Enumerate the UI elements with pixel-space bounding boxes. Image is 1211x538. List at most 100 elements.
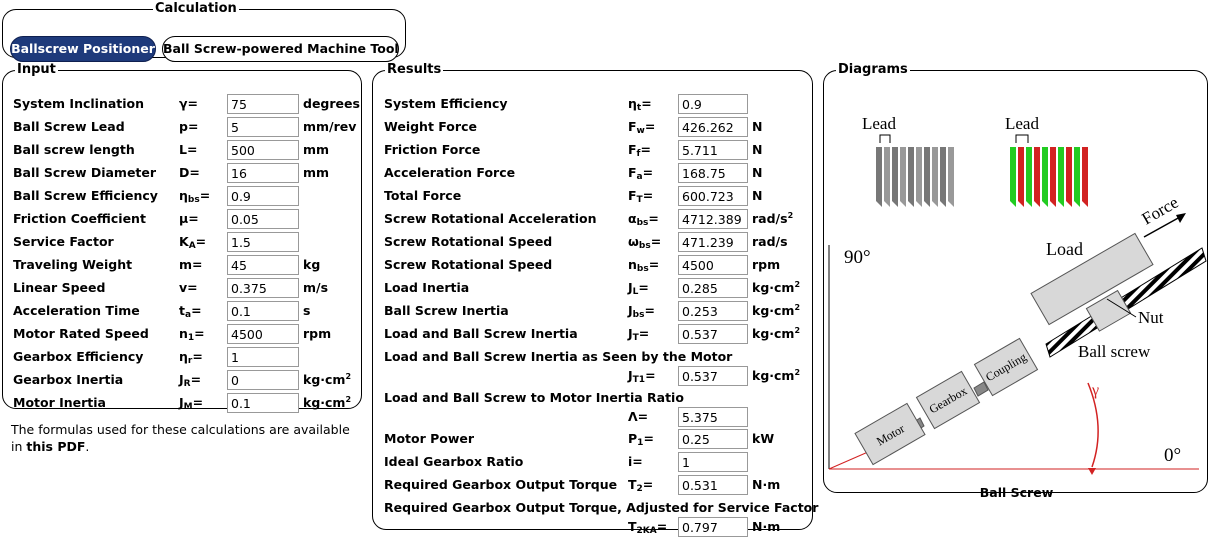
motor-rated-speed-field[interactable]	[227, 324, 299, 344]
symbol-main: m=	[179, 257, 203, 272]
acceleration-time-field[interactable]	[227, 301, 299, 321]
symbol-main: α	[628, 211, 637, 226]
ideal-gearbox-ratio-row: Ideal Gearbox Ratio i=	[373, 450, 812, 473]
unit-text: kg	[303, 257, 321, 272]
linear-speed-symbol: v=	[179, 280, 198, 295]
load-inertia-field[interactable]	[678, 278, 748, 298]
load-inertia-symbol: JL=	[628, 280, 649, 297]
screw-rotational-acceleration-field[interactable]	[678, 209, 748, 229]
symbol-main: η	[179, 188, 188, 203]
service-factor-field[interactable]	[227, 232, 299, 252]
diagrams-legend: Diagrams	[838, 62, 908, 77]
friction-coefficient-field[interactable]	[227, 209, 299, 229]
symbol-main: i=	[628, 454, 643, 469]
required-gearbox-output-torque-adjusted-for-service-factor-field[interactable]	[678, 517, 748, 537]
system-inclination-row: System Inclination γ= degrees	[3, 92, 361, 115]
ball-screw-diameter-label: Ball Screw Diameter	[13, 165, 157, 180]
motor-block: Motor	[854, 402, 926, 466]
screw-rotational-speed-row: Screw Rotational Speed ωbs= rad/s	[373, 230, 812, 253]
friction-force-field[interactable]	[678, 140, 748, 160]
unit-superscript: 2	[794, 368, 801, 377]
ideal-gearbox-ratio-field[interactable]	[678, 452, 748, 472]
screw-rotational-speed-label: Screw Rotational Speed	[384, 257, 553, 272]
calculation-group: Calculation Ballscrew Positioner Ball Sc…	[2, 2, 406, 62]
unit-text: N·m	[752, 519, 781, 534]
symbol-main: P	[628, 431, 638, 446]
diagrams-group: Diagrams Lead Lead 90° 0° γ Motor Gearbo…	[823, 62, 1208, 500]
ball-screw-efficiency-field[interactable]	[227, 186, 299, 206]
ball-screw-diagram: Lead Lead 90° 0° γ Motor Gearbox Couplin…	[828, 114, 1207, 475]
unit-text: N	[752, 142, 763, 157]
motor-inertia-field[interactable]	[227, 393, 299, 413]
weight-force-row: Weight Force Fw= N	[373, 115, 812, 138]
required-gearbox-output-torque-field[interactable]	[678, 475, 748, 495]
screw-rotational-speed-unit: rpm	[752, 257, 780, 272]
linear-speed-unit: m/s	[303, 280, 328, 295]
system-inclination-field[interactable]	[227, 94, 299, 114]
gearbox-inertia-field[interactable]	[227, 370, 299, 390]
ball-screw-efficiency-row: Ball Screw Efficiency ηbs=	[3, 184, 361, 207]
tab-ballscrew-positioner[interactable]: Ballscrew Positioner	[10, 36, 156, 62]
friction-force-row: Friction Force Ff= N	[373, 138, 812, 161]
motor-power-field[interactable]	[678, 429, 748, 449]
unit-text: kg·cm	[752, 326, 795, 342]
system-efficiency-field[interactable]	[678, 94, 748, 114]
weight-force-field[interactable]	[678, 117, 748, 137]
system-inclination-symbol: γ=	[179, 96, 198, 111]
acceleration-force-symbol: Fa=	[628, 165, 653, 182]
friction-force-symbol: Ff=	[628, 142, 651, 159]
load-and-ball-screw-inertia-field[interactable]	[678, 324, 748, 344]
ball-screw-inertia-field[interactable]	[678, 301, 748, 321]
load-and-ball-screw-to-motor-inertia-ratio-symbol: Λ=	[628, 409, 648, 424]
motor-inertia-symbol: JM=	[179, 395, 203, 412]
unit-text: kW	[752, 431, 775, 446]
symbol-main: F	[628, 142, 637, 157]
input-group: Input System Inclination γ= degrees Ball Sc…	[2, 63, 362, 413]
symbol-main: L=	[179, 142, 198, 157]
unit-text: kg·cm	[303, 395, 346, 411]
load-and-ball-screw-to-motor-inertia-ratio-row: Λ=	[373, 405, 812, 428]
screw-rotational-speed-field[interactable]	[678, 232, 748, 252]
acceleration-force-field[interactable]	[678, 163, 748, 183]
load-and-ball-screw-to-motor-inertia-ratio-field[interactable]	[678, 407, 748, 427]
symbol-equals: =	[192, 349, 203, 364]
load-and-ball-screw-to-motor-inertia-ratio-label: Load and Ball Screw to Motor Inertia Rat…	[384, 390, 684, 405]
tab-ball-screw-machine-tool[interactable]: Ball Screw-powered Machine Tool	[162, 36, 399, 62]
motor-power-symbol: P1=	[628, 431, 654, 448]
pdf-link[interactable]: this PDF	[26, 439, 85, 454]
motor-inertia-row: Motor Inertia JM= kg·cm2	[3, 391, 361, 414]
unit-text: kg·cm	[752, 280, 795, 296]
ball-screw-efficiency-symbol: ηbs=	[179, 188, 210, 205]
lead-left-bracket	[879, 134, 891, 143]
traveling-weight-row: Traveling Weight m= kg	[3, 253, 361, 276]
service-factor-label: Service Factor	[13, 234, 114, 249]
required-gearbox-output-torque-adjusted-for-service-factor-label: Required Gearbox Output Torque, Adjusted…	[384, 500, 819, 515]
ball-screw-diameter-field[interactable]	[227, 163, 299, 183]
linear-speed-field[interactable]	[227, 278, 299, 298]
gearbox-efficiency-field[interactable]	[227, 347, 299, 367]
formula-note-end: .	[85, 439, 90, 454]
symbol-main: F	[628, 165, 637, 180]
traveling-weight-field[interactable]	[227, 255, 299, 275]
screw-rotational-speed-field[interactable]	[678, 255, 748, 275]
gearbox-inertia-row: Gearbox Inertia JR= kg·cm2	[3, 368, 361, 391]
screw-rotational-speed-symbol: ωbs=	[628, 234, 661, 251]
ball-screw-length-field[interactable]	[227, 140, 299, 160]
screw-rotational-acceleration-unit: rad/s2	[752, 211, 793, 226]
total-force-unit: N	[752, 188, 762, 203]
ball-screw-lead-field[interactable]	[227, 117, 299, 137]
symbol-main: T	[628, 477, 637, 492]
screw-rotational-speed-label: Screw Rotational Speed	[384, 234, 553, 249]
load-and-ball-screw-inertia-as-seen-by-the-motor-row: JT1= kg·cm2	[373, 364, 812, 387]
ball-screw-diameter-unit: mm	[303, 165, 329, 180]
unit-text: kg·cm	[303, 372, 346, 388]
symbol-equals: =	[642, 188, 654, 203]
motor-power-row: Motor Power P1= kW	[373, 427, 812, 450]
screw-rotational-speed-unit: rad/s	[752, 234, 788, 249]
load-and-ball-screw-inertia-as-seen-by-the-motor-field[interactable]	[678, 366, 748, 386]
ball-screw-label: Ball screw	[1078, 342, 1151, 361]
total-force-symbol: FT=	[628, 188, 653, 205]
total-force-field[interactable]	[678, 186, 748, 206]
gearbox-efficiency-label: Gearbox Efficiency	[13, 349, 144, 364]
load-and-ball-screw-inertia-symbol: JT=	[628, 326, 649, 343]
